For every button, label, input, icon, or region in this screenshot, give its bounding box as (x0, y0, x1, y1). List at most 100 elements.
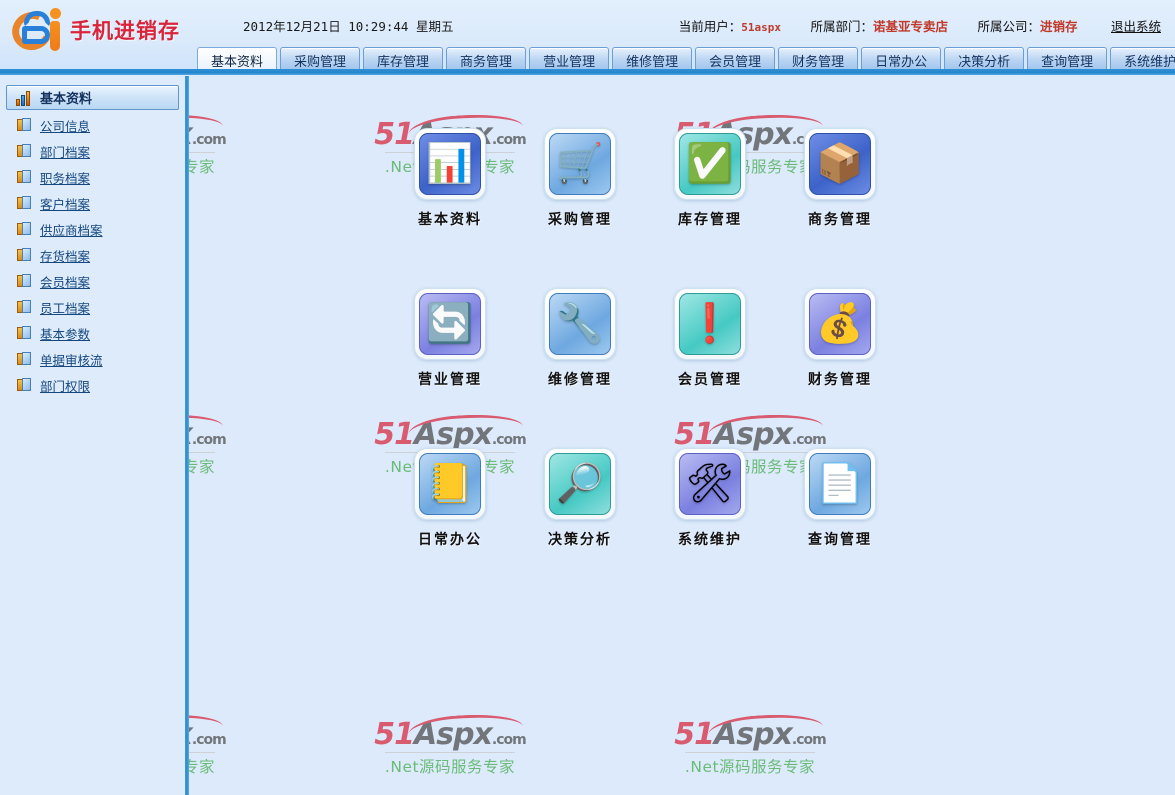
module-glyph: 🛠 (685, 463, 735, 505)
module-icon (17, 170, 32, 184)
tab-label: 系统维护 (1124, 53, 1175, 69)
module-glyph: 📦 (816, 143, 864, 185)
module-tile-2[interactable]: ✅ 库存管理 (645, 128, 775, 288)
tab-label: 日常办公 (875, 53, 928, 69)
module-tile-4[interactable]: 🔄 营业管理 (385, 288, 515, 448)
app-header: 手机进销存 2012年12月21日 10:29:44 星期五 当前用户：51as… (0, 0, 1175, 72)
module-label: 系统维护 (678, 531, 742, 547)
tab-label: 会员管理 (709, 53, 762, 69)
module-glyph: ❗ (686, 303, 734, 345)
module-row-2: 📒 日常办公 🔎 决策分析 🛠 系统维护 📄 查询管理 (385, 448, 905, 608)
module-icon (17, 326, 32, 340)
module-glyph: 🔧 (556, 303, 604, 345)
sidebar-item-10[interactable]: 部门权限 (0, 372, 185, 398)
module-label: 财务管理 (808, 371, 872, 387)
money-bag-coins-icon: 💰 (804, 288, 876, 360)
module-icon (17, 274, 32, 288)
sidebar-item-3[interactable]: 客户档案 (0, 190, 185, 216)
module-icon-face: 📦 (809, 133, 871, 195)
user-info-bar: 当前用户：51aspx 所属部门：诺基亚专卖店 所属公司：进销存 退出系统 (679, 16, 1161, 35)
module-icon (17, 300, 32, 314)
sidebar-item-8[interactable]: 基本参数 (0, 320, 185, 346)
module-label: 会员管理 (678, 371, 742, 387)
module-row-0: 📊 基本资料 🛒 采购管理 ✅ 库存管理 📦 商务管理 (385, 128, 905, 288)
module-icon-face: 🛠 (679, 453, 741, 515)
tab-label: 库存管理 (377, 53, 430, 69)
module-glyph: 📊 (426, 143, 474, 185)
notebook-arrow-icon: 📒 (414, 448, 486, 520)
module-icon (17, 378, 32, 392)
sidebar-divider (185, 76, 189, 795)
module-glyph: 🛒 (556, 143, 604, 185)
module-icon-face: 🛒 (549, 133, 611, 195)
app-title: 手机进销存 (70, 19, 180, 43)
module-tile-1[interactable]: 🛒 采购管理 (515, 128, 645, 288)
sidebar-item-4[interactable]: 供应商档案 (0, 216, 185, 242)
member-alert-icon: ❗ (674, 288, 746, 360)
sidebar-item-label: 单据审核流 (40, 353, 103, 368)
document-magnifier-icon: 📄 (804, 448, 876, 520)
sidebar-item-5[interactable]: 存货档案 (0, 242, 185, 268)
module-tile-8[interactable]: 📒 日常办公 (385, 448, 515, 608)
recycle-arrows-icon: 🔄 (414, 288, 486, 360)
module-tile-11[interactable]: 📄 查询管理 (775, 448, 905, 608)
module-label: 查询管理 (808, 531, 872, 547)
module-tile-0[interactable]: 📊 基本资料 (385, 128, 515, 288)
sidebar-item-6[interactable]: 会员档案 (0, 268, 185, 294)
module-icon (17, 144, 32, 158)
current-user-value: 51aspx (741, 21, 781, 34)
sidebar-item-label: 部门档案 (40, 145, 91, 160)
module-icon-grid: 📊 基本资料 🛒 采购管理 ✅ 库存管理 📦 商务管理 🔄 营业管理 🔧 维修管理 ❗ 会员管理 💰 财务管理… (385, 128, 905, 608)
bar-chart-up-icon (16, 90, 33, 106)
tab-label: 营业管理 (543, 53, 596, 69)
company-group: 所属公司：进销存 (977, 20, 1077, 34)
current-user-group: 当前用户：51aspx (679, 20, 781, 34)
module-tile-7[interactable]: 💰 财务管理 (775, 288, 905, 448)
module-icon (17, 118, 32, 132)
module-icon (17, 196, 32, 210)
department-value: 诺基亚专卖店 (872, 20, 948, 34)
sidebar-item-2[interactable]: 职务档案 (0, 164, 185, 190)
module-tile-6[interactable]: ❗ 会员管理 (645, 288, 775, 448)
module-label: 商务管理 (808, 211, 872, 227)
sidebar-item-1[interactable]: 部门档案 (0, 138, 185, 164)
tab-label: 决策分析 (958, 53, 1011, 69)
sidebar-item-7[interactable]: 员工档案 (0, 294, 185, 320)
chart-magnifier-icon: 🔎 (544, 448, 616, 520)
sidebar-item-label: 供应商档案 (40, 223, 103, 238)
module-label: 日常办公 (418, 531, 482, 547)
company-label: 所属公司： (977, 20, 1040, 34)
module-glyph: ✅ (686, 143, 734, 185)
datetime-display: 2012年12月21日 10:29:44 星期五 (243, 19, 454, 34)
module-tile-9[interactable]: 🔎 决策分析 (515, 448, 645, 608)
sidebar-item-label: 存货档案 (40, 249, 91, 264)
main-content: 📊 基本资料 🛒 采购管理 ✅ 库存管理 📦 商务管理 🔄 营业管理 🔧 维修管理 ❗ 会员管理 💰 财务管理… (189, 76, 1175, 795)
sidebar-item-9[interactable]: 单据审核流 (0, 346, 185, 372)
module-tile-3[interactable]: 📦 商务管理 (775, 128, 905, 288)
module-label: 决策分析 (548, 531, 612, 547)
module-tile-10[interactable]: 🛠 系统维护 (645, 448, 775, 608)
inventory-checkmark-icon: ✅ (674, 128, 746, 200)
module-icon-face: 🔧 (549, 293, 611, 355)
module-glyph: 💰 (816, 303, 864, 345)
tab-label: 商务管理 (460, 53, 513, 69)
tab-label: 基本资料 (211, 53, 264, 69)
nav-underline-bar (0, 69, 1175, 75)
tab-label: 查询管理 (1041, 53, 1094, 69)
module-icon-face: 🔄 (419, 293, 481, 355)
sidebar-item-label: 职务档案 (40, 171, 91, 186)
app-logo: 手机进销存 (6, 4, 198, 56)
department-label: 所属部门： (810, 20, 873, 34)
logout-link[interactable]: 退出系统 (1111, 20, 1161, 34)
sidebar-menu-list: 公司信息部门档案职务档案客户档案供应商档案存货档案会员档案 员工档案 基本参数单据审… (0, 112, 185, 398)
sidebar-item-0[interactable]: 公司信息 (0, 112, 185, 138)
module-tile-5[interactable]: 🔧 维修管理 (515, 288, 645, 448)
module-icon-face: 💰 (809, 293, 871, 355)
module-icon (17, 248, 32, 262)
tab-label: 采购管理 (294, 53, 347, 69)
sidebar-header-basic-data[interactable]: 基本资料 (6, 85, 179, 110)
sidebar: 基本资料 公司信息部门档案职务档案客户档案供应商档案存货档案会员档案 员工档案 基本… (0, 76, 185, 795)
company-value: 进销存 (1039, 20, 1078, 34)
module-glyph: 🔎 (556, 463, 604, 505)
module-glyph: 📒 (426, 463, 474, 505)
